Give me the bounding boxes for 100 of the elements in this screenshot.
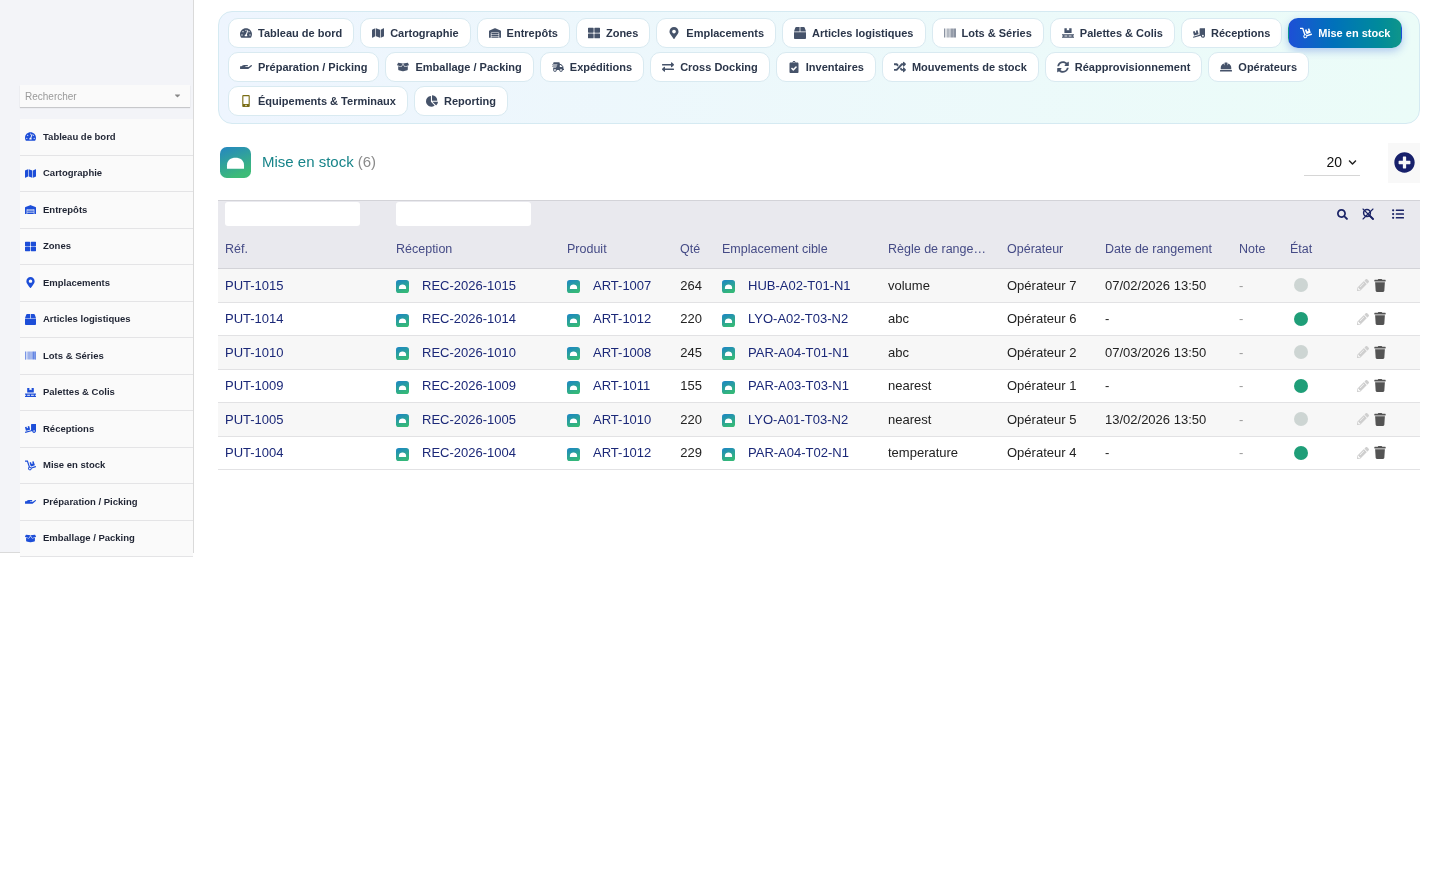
product-link[interactable]: ART-1012 [593, 309, 652, 329]
nav-tab[interactable]: Emplacements [656, 18, 776, 48]
dome-icon [396, 347, 409, 361]
location-link[interactable]: LYO-A02-T03-N2 [748, 309, 849, 329]
product-link[interactable]: ART-1011 [593, 376, 651, 396]
dome-icon [722, 414, 735, 428]
search-icon[interactable] [1337, 208, 1348, 220]
nav-tab[interactable]: Emballage / Packing [385, 52, 534, 82]
sidebar-item[interactable]: Cartographie [20, 155, 193, 192]
reference-link[interactable]: PUT-1010 [225, 344, 284, 360]
nav-tab[interactable]: Zones [575, 18, 651, 48]
pallet-icon [25, 386, 36, 398]
nav-tab[interactable]: Équipements & Terminaux [228, 86, 408, 116]
filter-field[interactable] [396, 202, 531, 226]
trash-icon[interactable] [1374, 446, 1386, 460]
sidebar-item[interactable]: Mise en stock [20, 447, 193, 484]
page-size-select[interactable]: 20 [1304, 149, 1360, 176]
nav-tab[interactable]: Palettes & Colis [1049, 18, 1175, 48]
operator-name: Opérateur 4 [1007, 445, 1077, 460]
nav-tab[interactable]: Tableau de bord [228, 18, 355, 48]
nav-tab[interactable]: Articles logistiques [782, 18, 926, 48]
dome-icon [722, 347, 735, 361]
nav-tab[interactable]: Mouvements de stock [881, 52, 1039, 82]
map-icon [372, 27, 385, 39]
product-link[interactable]: ART-1007 [593, 275, 652, 295]
reception-link[interactable]: REC-2026-1014 [422, 309, 516, 329]
reception-link[interactable]: REC-2026-1010 [422, 342, 516, 362]
trash-icon[interactable] [1374, 345, 1386, 359]
rule-text: abc [888, 344, 909, 360]
reference-link[interactable]: PUT-1014 [225, 311, 284, 326]
nav-tab[interactable]: Entrepôts [476, 18, 570, 48]
list-icon[interactable] [1392, 208, 1404, 220]
dome-icon [567, 347, 580, 361]
location-link[interactable]: PAR-A04-T02-N1 [748, 443, 849, 463]
nav-tab[interactable]: Mise en stock [1288, 18, 1403, 48]
dome-icon [722, 280, 735, 294]
sidebar-item[interactable]: Lots & Séries [20, 338, 193, 375]
trash-icon[interactable] [1374, 412, 1386, 426]
reception-link[interactable]: REC-2026-1005 [422, 409, 516, 429]
trash-icon[interactable] [1374, 312, 1386, 326]
nav-tab[interactable]: Lots & Séries [931, 18, 1044, 48]
reference-link[interactable]: PUT-1004 [225, 445, 284, 460]
nav-tab[interactable]: Expéditions [539, 52, 645, 82]
filter-field[interactable] [225, 202, 360, 226]
date-text: - [1105, 445, 1110, 460]
nav-tab[interactable]: Réceptions [1180, 18, 1283, 48]
dolly-icon [25, 459, 36, 471]
nav-tab[interactable]: Réapprovisionnement [1044, 52, 1203, 82]
dolly-icon [1300, 27, 1313, 39]
trash-icon[interactable] [1374, 278, 1386, 292]
reference-link[interactable]: PUT-1005 [225, 411, 284, 427]
operator-name: Opérateur 6 [1007, 311, 1077, 326]
sidebar-item[interactable]: Réceptions [20, 411, 193, 448]
nav-tab[interactable]: Cross Docking [650, 52, 770, 82]
sidebar-item[interactable]: Entrepôts [20, 192, 193, 229]
sidebar-item[interactable]: Emplacements [20, 265, 193, 302]
sidebar-item[interactable]: Préparation / Picking [20, 484, 193, 521]
date-text: - [1105, 311, 1110, 326]
rule-text: volume [888, 277, 930, 293]
note-text: - [1239, 277, 1244, 293]
plus-icon [1393, 152, 1415, 173]
reception-link[interactable]: REC-2026-1015 [422, 275, 516, 295]
nav-tab[interactable]: Cartographie [360, 18, 471, 48]
nav-tab[interactable]: Reporting [413, 86, 508, 116]
reference-link[interactable]: PUT-1015 [225, 277, 284, 293]
location-link[interactable]: HUB-A02-T01-N1 [748, 275, 851, 295]
reference-link[interactable]: PUT-1009 [225, 378, 284, 393]
sidebar-item[interactable]: Emballage / Packing [20, 520, 193, 557]
product-link[interactable]: ART-1012 [593, 443, 652, 463]
box-icon [794, 27, 806, 39]
map-pin-icon [668, 27, 681, 39]
magnifier-slash-icon[interactable] [1362, 208, 1374, 220]
sidebar-item[interactable]: Tableau de bord [20, 119, 193, 156]
product-link[interactable]: ART-1010 [593, 409, 652, 429]
grid-icon [25, 240, 36, 252]
location-link[interactable]: PAR-A03-T03-N1 [748, 376, 849, 396]
sidebar-item[interactable]: Articles logistiques [20, 301, 193, 338]
nav-tab[interactable]: Inventaires [775, 52, 876, 82]
location-link[interactable]: LYO-A01-T03-N2 [748, 409, 849, 429]
reception-link[interactable]: REC-2026-1009 [422, 376, 516, 396]
truck-icon [551, 61, 564, 73]
add-button[interactable] [1388, 142, 1420, 183]
nav-tab[interactable]: Préparation / Picking [228, 52, 380, 82]
dome-icon [567, 447, 580, 461]
note-text: - [1239, 378, 1244, 393]
product-link[interactable]: ART-1008 [593, 342, 652, 362]
column-header: Date de rangement [1105, 241, 1212, 256]
trash-icon[interactable] [1374, 379, 1386, 393]
quantity-text: 220 [680, 311, 702, 326]
location-link[interactable]: PAR-A04-T01-N1 [748, 342, 849, 362]
clipboard-check-icon [787, 61, 800, 73]
dome-icon [396, 380, 409, 394]
sidebar-item[interactable]: Palettes & Colis [20, 374, 193, 411]
search-field[interactable]: Rechercher [20, 85, 190, 107]
dome-icon [722, 447, 735, 461]
dome-icon [567, 313, 580, 327]
sidebar-item[interactable]: Zones [20, 228, 193, 265]
nav-tab[interactable]: Opérateurs [1208, 52, 1310, 82]
reception-link[interactable]: REC-2026-1004 [422, 443, 516, 463]
dome-icon [396, 313, 409, 327]
